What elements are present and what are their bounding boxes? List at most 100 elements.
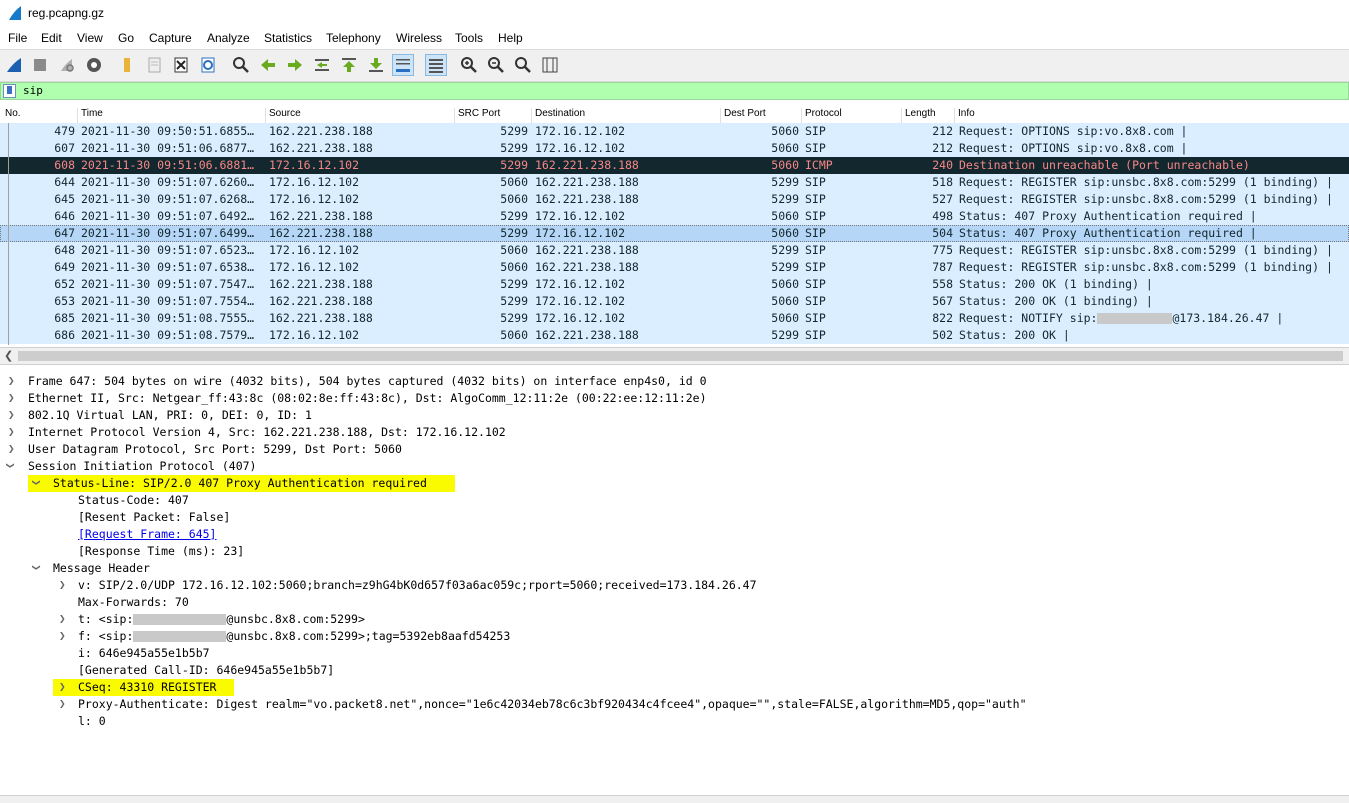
display-filter-bar[interactable]: sip bbox=[0, 82, 1349, 100]
autoscroll-icon[interactable] bbox=[392, 54, 414, 76]
shark-fin-icon[interactable] bbox=[3, 54, 25, 76]
expand-arrow-icon[interactable]: ❯ bbox=[59, 612, 66, 625]
column-header-no[interactable]: No. bbox=[2, 108, 78, 123]
close-file-icon[interactable] bbox=[170, 54, 192, 76]
column-header-time[interactable]: Time bbox=[78, 108, 266, 123]
packet-row[interactable]: 649 2021-11-30 09:51:07.6538… 172.16.12.… bbox=[0, 259, 1349, 276]
menu-view[interactable]: View bbox=[77, 31, 103, 45]
packet-row[interactable]: 685 2021-11-30 09:51:08.7555… 162.221.23… bbox=[0, 310, 1349, 327]
menu-capture[interactable]: Capture bbox=[149, 31, 192, 45]
menu-file[interactable]: File bbox=[8, 31, 27, 45]
menu-statistics[interactable]: Statistics bbox=[264, 31, 312, 45]
cell-protocol: SIP bbox=[805, 141, 826, 155]
cell-no: 479 bbox=[54, 124, 75, 138]
menu-edit[interactable]: Edit bbox=[41, 31, 62, 45]
go-back-icon[interactable] bbox=[257, 54, 279, 76]
collapse-arrow-icon[interactable]: ❯ bbox=[4, 462, 17, 469]
expand-arrow-icon[interactable]: ❯ bbox=[8, 391, 15, 404]
cell-protocol: SIP bbox=[805, 124, 826, 138]
packet-row[interactable]: 653 2021-11-30 09:51:07.7554… 162.221.23… bbox=[0, 293, 1349, 310]
packet-row-selected[interactable]: 647 2021-11-30 09:51:07.6499… 162.221.23… bbox=[0, 225, 1349, 242]
menu-analyze[interactable]: Analyze bbox=[207, 31, 250, 45]
packet-row-icmp[interactable]: 608 2021-11-30 09:51:06.6881… 172.16.12.… bbox=[0, 157, 1349, 174]
expand-arrow-icon[interactable]: ❯ bbox=[8, 374, 15, 387]
colorize-icon[interactable] bbox=[425, 54, 447, 76]
packet-row[interactable]: 648 2021-11-30 09:51:07.6523… 172.16.12.… bbox=[0, 242, 1349, 259]
expand-arrow-icon[interactable]: ❯ bbox=[59, 629, 66, 642]
cell-destination: 172.16.12.102 bbox=[535, 124, 626, 138]
expand-arrow-icon[interactable]: ❯ bbox=[59, 578, 66, 591]
stop-icon[interactable] bbox=[29, 54, 51, 76]
packet-row[interactable]: 652 2021-11-30 09:51:07.7547… 162.221.23… bbox=[0, 276, 1349, 293]
open-folder-icon[interactable] bbox=[116, 54, 138, 76]
column-header-src-port[interactable]: SRC Port bbox=[455, 108, 532, 123]
go-forward-icon[interactable] bbox=[284, 54, 306, 76]
column-header-source[interactable]: Source bbox=[266, 108, 455, 123]
menu-tools[interactable]: Tools bbox=[455, 31, 483, 45]
cell-no: 607 bbox=[54, 141, 75, 155]
menu-wireless[interactable]: Wireless bbox=[396, 31, 442, 45]
cell-source: 162.221.238.188 bbox=[269, 294, 373, 308]
collapse-arrow-icon[interactable]: ❯ bbox=[30, 479, 43, 486]
cell-dest-port: 5060 bbox=[771, 124, 799, 138]
resize-columns-icon[interactable] bbox=[539, 54, 561, 76]
menu-help[interactable]: Help bbox=[498, 31, 523, 45]
expand-arrow-icon[interactable]: ❯ bbox=[8, 442, 15, 455]
packet-row[interactable]: 686 2021-11-30 09:51:08.7579… 172.16.12.… bbox=[0, 327, 1349, 344]
packet-row[interactable]: 607 2021-11-30 09:51:06.6877… 162.221.23… bbox=[0, 140, 1349, 157]
packet-row[interactable]: 644 2021-11-30 09:51:07.6260… 172.16.12.… bbox=[0, 174, 1349, 191]
cell-info: Request: OPTIONS sip:vo.8x8.com | bbox=[959, 124, 1188, 138]
expand-arrow-icon[interactable]: ❯ bbox=[59, 697, 66, 710]
go-to-packet-icon[interactable] bbox=[311, 54, 333, 76]
restart-icon[interactable] bbox=[56, 54, 78, 76]
last-packet-icon[interactable] bbox=[365, 54, 387, 76]
cell-no: 649 bbox=[54, 260, 75, 274]
column-header-dest-port[interactable]: Dest Port bbox=[721, 108, 802, 123]
menu-telephony[interactable]: Telephony bbox=[326, 31, 381, 45]
display-filter-input[interactable]: sip bbox=[23, 84, 43, 97]
collapse-arrow-icon[interactable]: ❯ bbox=[30, 564, 43, 571]
horizontal-scrollbar[interactable]: ❮ bbox=[0, 347, 1349, 365]
cell-source: 172.16.12.102 bbox=[269, 260, 360, 274]
tree-item-status-line[interactable]: ❯ Status-Line: SIP/2.0 407 Proxy Authent… bbox=[28, 475, 455, 492]
cell-src-port: 5299 bbox=[500, 124, 528, 138]
menu-go[interactable]: Go bbox=[118, 31, 134, 45]
expand-arrow-icon[interactable]: ❯ bbox=[59, 680, 66, 693]
cell-info: Status: 200 OK (1 binding) | bbox=[959, 277, 1153, 291]
zoom-normal-icon[interactable] bbox=[512, 54, 534, 76]
reload-icon[interactable] bbox=[197, 54, 219, 76]
cell-destination: 162.221.238.188 bbox=[535, 175, 639, 189]
zoom-in-icon[interactable] bbox=[458, 54, 480, 76]
column-header-info[interactable]: Info bbox=[955, 108, 1347, 123]
cell-info: Request: REGISTER sip:unsbc.8x8.com:5299… bbox=[959, 260, 1333, 274]
scrollbar-thumb[interactable] bbox=[18, 351, 1343, 361]
tree-item-cseq[interactable]: ❯ CSeq: 43310 REGISTER bbox=[53, 679, 234, 696]
scroll-left-arrow-icon[interactable]: ❮ bbox=[4, 349, 13, 362]
cell-no: 647 bbox=[54, 226, 75, 240]
bookmark-icon[interactable] bbox=[3, 84, 16, 98]
packet-list-header: No. Time Source SRC Port Destination Des… bbox=[0, 106, 1349, 124]
column-header-protocol[interactable]: Protocol bbox=[802, 108, 902, 123]
packet-row[interactable]: 645 2021-11-30 09:51:07.6268… 172.16.12.… bbox=[0, 191, 1349, 208]
cell-no: 686 bbox=[54, 328, 75, 342]
cell-no: 653 bbox=[54, 294, 75, 308]
first-packet-icon[interactable] bbox=[338, 54, 360, 76]
expand-arrow-icon[interactable]: ❯ bbox=[8, 408, 15, 421]
cell-destination: 162.221.238.188 bbox=[535, 328, 639, 342]
cell-no: 608 bbox=[54, 158, 75, 172]
cell-destination: 172.16.12.102 bbox=[535, 277, 626, 291]
packet-row[interactable]: 479 2021-11-30 09:50:51.6855… 162.221.23… bbox=[0, 123, 1349, 140]
cell-info: Status: 407 Proxy Authentication require… bbox=[959, 226, 1257, 240]
find-icon[interactable] bbox=[230, 54, 252, 76]
save-icon[interactable] bbox=[143, 54, 165, 76]
packet-row[interactable]: 646 2021-11-30 09:51:07.6492… 162.221.23… bbox=[0, 208, 1349, 225]
options-gear-icon[interactable] bbox=[83, 54, 105, 76]
cell-no: 685 bbox=[54, 311, 75, 325]
column-header-length[interactable]: Length bbox=[902, 108, 955, 123]
related-packets-line bbox=[8, 123, 9, 345]
cell-protocol: SIP bbox=[805, 175, 826, 189]
column-header-destination[interactable]: Destination bbox=[532, 108, 721, 123]
expand-arrow-icon[interactable]: ❯ bbox=[8, 425, 15, 438]
cell-time: 2021-11-30 09:51:07.6492… bbox=[81, 209, 255, 223]
zoom-out-icon[interactable] bbox=[485, 54, 507, 76]
